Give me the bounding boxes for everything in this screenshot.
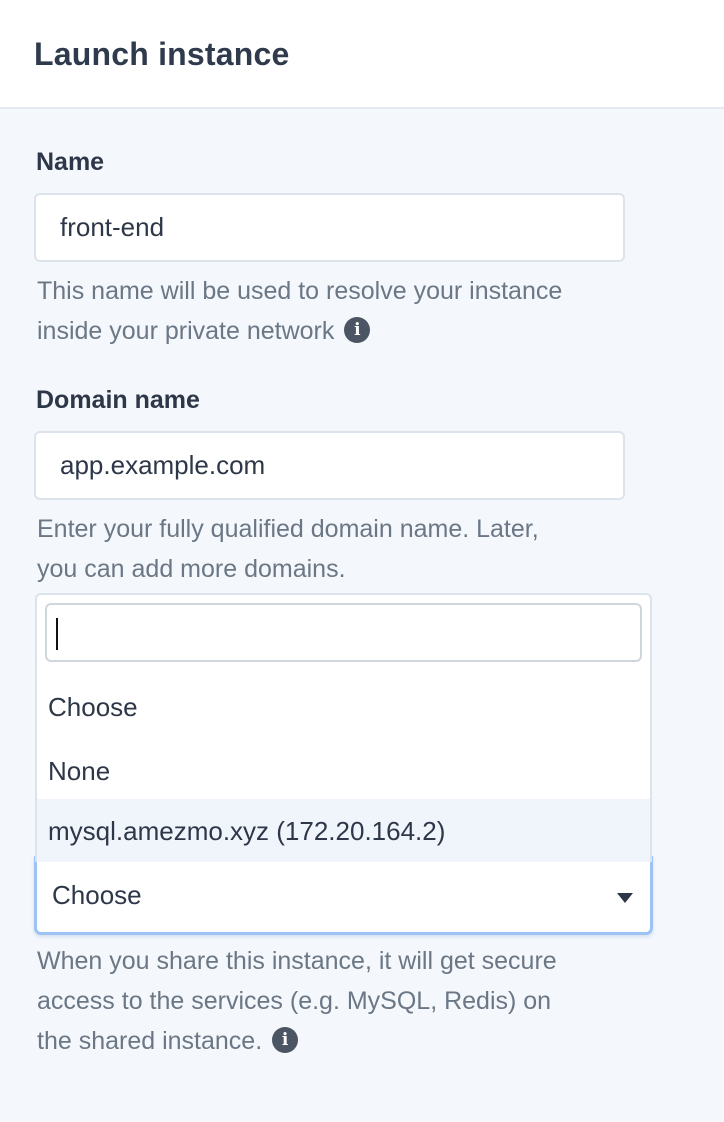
info-icon[interactable]: i — [344, 317, 371, 344]
page-header: Launch instance — [0, 0, 724, 109]
share-instance-dropdown: Choose None mysql.amezmo.xyz (172.20.164… — [35, 593, 652, 862]
domain-help-text: Enter your fully qualified domain name. … — [37, 509, 637, 589]
dropdown-option-mysql[interactable]: mysql.amezmo.xyz (172.20.164.2) — [37, 799, 650, 862]
share-help-line-3: the shared instance. i — [37, 1021, 637, 1061]
dropdown-search-input[interactable] — [45, 603, 642, 662]
domain-name-label: Domain name — [36, 386, 200, 414]
share-instance-selected-value: Choose — [52, 880, 142, 910]
page-title: Launch instance — [34, 36, 290, 72]
name-help-line-1: This name will be used to resolve your i… — [37, 277, 563, 305]
name-help-text: This name will be used to resolve your i… — [37, 271, 637, 351]
share-help-line-1: When you share this instance, it will ge… — [37, 947, 557, 975]
share-help-text: When you share this instance, it will ge… — [37, 941, 637, 1061]
domain-help-line-1: Enter your fully qualified domain name. … — [37, 515, 539, 543]
dropdown-option-choose[interactable]: Choose — [37, 675, 650, 739]
chevron-down-icon[interactable] — [617, 893, 633, 903]
text-cursor — [56, 618, 58, 650]
name-help-line-2: inside your private network i — [37, 311, 637, 351]
name-label: Name — [36, 148, 105, 176]
dropdown-option-none[interactable]: None — [37, 739, 650, 803]
domain-name-input[interactable]: app.example.com — [34, 431, 625, 500]
share-instance-select[interactable]: Choose — [34, 856, 653, 935]
info-icon[interactable]: i — [272, 1027, 299, 1054]
domain-help-line-2: you can add more domains. — [37, 555, 346, 583]
share-help-line-2: access to the services (e.g. MySQL, Redi… — [37, 987, 552, 1015]
name-input[interactable]: front-end — [34, 193, 625, 262]
